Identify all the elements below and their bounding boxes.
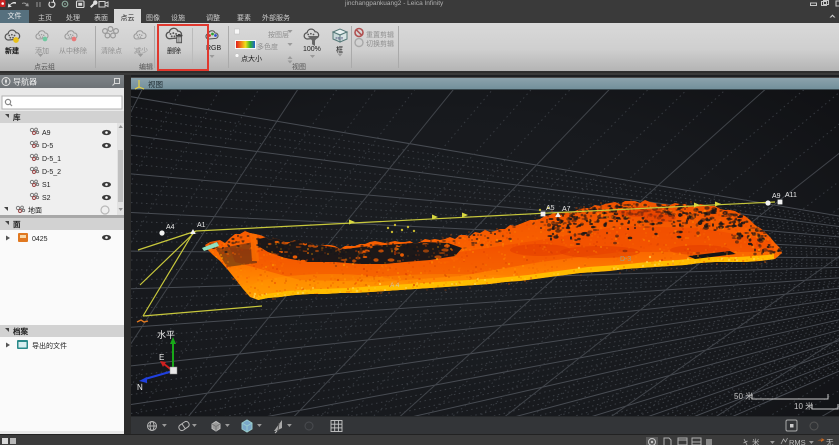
svg-text:D-3: D-3: [620, 256, 631, 263]
svg-text:面: 面: [13, 220, 21, 229]
svg-text:A9: A9: [42, 130, 51, 137]
svg-text:水平: 水平: [157, 329, 175, 340]
svg-text:D-5: D-5: [42, 143, 53, 150]
svg-text:RMS: RMS: [789, 438, 806, 445]
svg-text:FBX: FBX: [336, 36, 344, 41]
svg-text:库: 库: [13, 112, 21, 122]
svg-text:导航器: 导航器: [13, 77, 37, 87]
svg-text:A7: A7: [562, 206, 571, 213]
svg-text:N: N: [137, 383, 143, 392]
svg-text:A5: A5: [546, 205, 555, 212]
svg-text:A4: A4: [166, 224, 175, 231]
svg-text:S2: S2: [42, 195, 51, 202]
svg-text:10 米: 10 米: [794, 401, 813, 411]
svg-text:50 米: 50 米: [734, 391, 753, 401]
svg-text:档案: 档案: [13, 326, 28, 336]
svg-text:无: 无: [826, 438, 834, 445]
svg-text:米: 米: [752, 437, 760, 445]
svg-text:A11: A11: [785, 192, 797, 199]
svg-text:D-5_1: D-5_1: [42, 156, 61, 163]
svg-text:E: E: [159, 353, 164, 362]
svg-text:A9: A9: [772, 193, 781, 200]
svg-text:S1: S1: [42, 182, 51, 189]
svg-text:A1: A1: [197, 222, 206, 229]
svg-text:D-5_2: D-5_2: [42, 169, 61, 176]
svg-text:0425: 0425: [32, 236, 48, 243]
svg-text:A 4: A 4: [390, 282, 400, 289]
svg-text:地面: 地面: [28, 206, 42, 215]
svg-text:导出的文件: 导出的文件: [32, 341, 67, 350]
